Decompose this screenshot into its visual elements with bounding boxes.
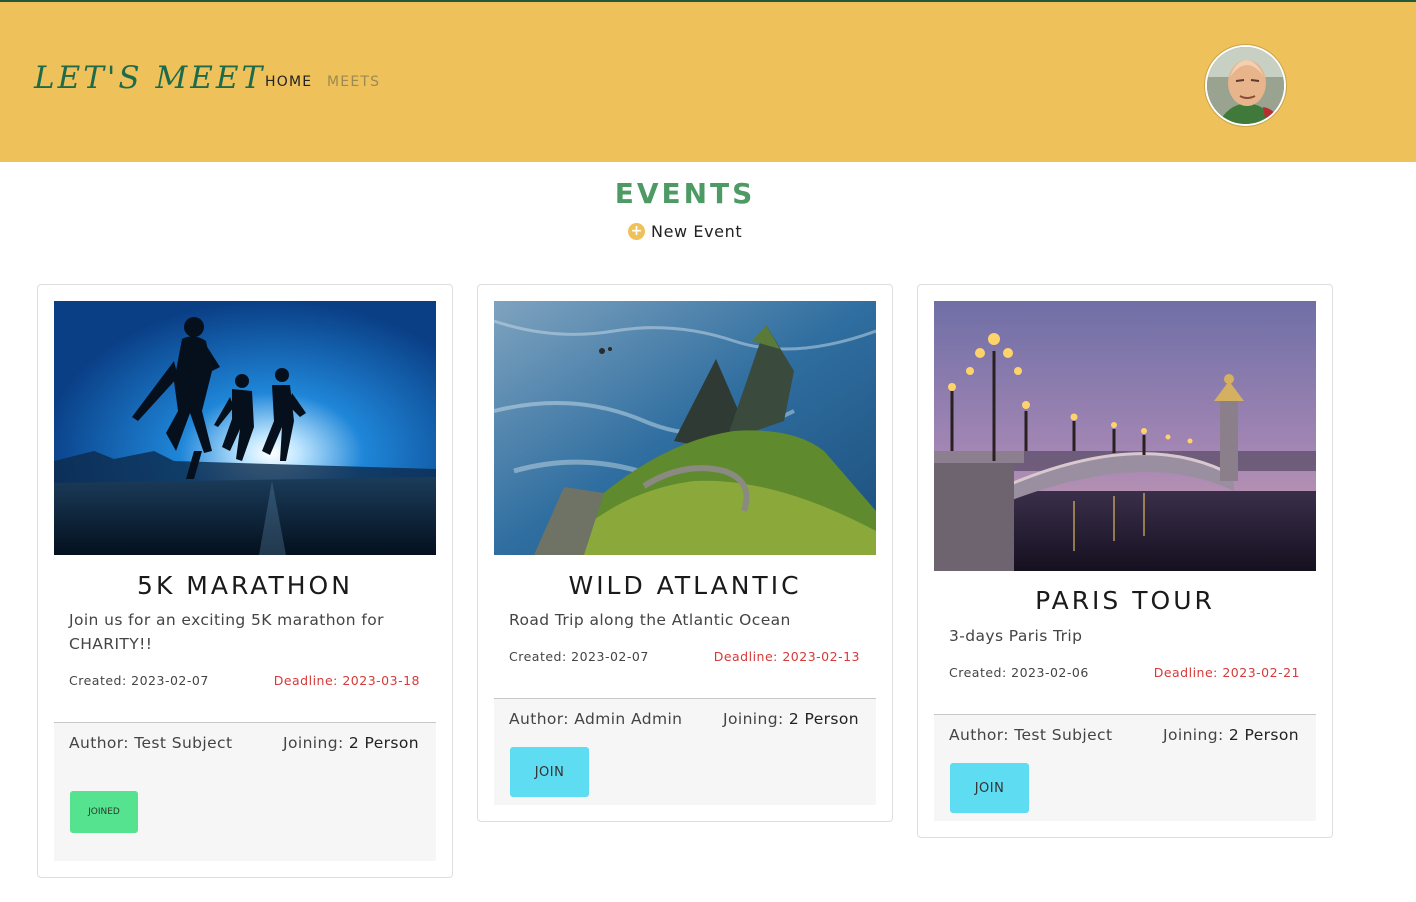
event-description: 3-days Paris Trip bbox=[949, 627, 1083, 645]
event-joining: Joining: 2 Person bbox=[1163, 726, 1299, 744]
event-joining: Joining: 2 Person bbox=[283, 734, 419, 752]
event-author: Author: Test Subject bbox=[69, 734, 233, 752]
joining-label: Joining: bbox=[723, 710, 789, 728]
user-avatar[interactable] bbox=[1205, 45, 1286, 126]
page-title: EVENTS bbox=[614, 177, 756, 210]
event-author: Author: Admin Admin bbox=[509, 710, 683, 728]
deadline-date: Deadline: 2023-02-13 bbox=[713, 649, 860, 664]
event-joining: Joining: 2 Person bbox=[723, 710, 859, 728]
navbar: LET'S MEET HOME MEETS bbox=[0, 2, 1416, 162]
event-title: PARIS TOUR bbox=[1035, 586, 1215, 615]
event-image-runners bbox=[54, 301, 436, 555]
nav-meets[interactable]: MEETS bbox=[327, 74, 380, 90]
avatar-image bbox=[1207, 47, 1284, 124]
joining-label: Joining: bbox=[1163, 726, 1229, 744]
joining-count: 2 Person bbox=[348, 734, 419, 752]
event-footer: Author: Test Subject Joining: 2 Person J… bbox=[934, 714, 1316, 821]
joining-count: 2 Person bbox=[1228, 726, 1299, 744]
new-event-label: New Event bbox=[651, 221, 743, 241]
new-event-button[interactable]: + New Event bbox=[628, 221, 742, 241]
joining-label: Joining: bbox=[283, 734, 349, 752]
created-date: Created: 2023-02-07 bbox=[509, 649, 649, 664]
event-title: 5K MARATHON bbox=[137, 571, 353, 600]
event-title: WILD ATLANTIC bbox=[568, 571, 802, 600]
event-card: WILD ATLANTIC Road Trip along the Atlant… bbox=[477, 284, 893, 822]
event-image-paris bbox=[934, 301, 1316, 571]
nav-home[interactable]: HOME bbox=[265, 74, 312, 90]
joining-count: 2 Person bbox=[788, 710, 859, 728]
plus-circle-icon: + bbox=[628, 222, 645, 240]
created-date: Created: 2023-02-06 bbox=[949, 665, 1089, 680]
event-card: 5K MARATHON Join us for an exciting 5K m… bbox=[37, 284, 453, 878]
join-button[interactable]: JOIN bbox=[950, 763, 1029, 813]
event-description: Join us for an exciting 5K marathon for … bbox=[69, 611, 384, 653]
event-description: Road Trip along the Atlantic Ocean bbox=[509, 611, 791, 629]
event-image-coast bbox=[494, 301, 876, 555]
event-footer: Author: Admin Admin Joining: 2 Person JO… bbox=[494, 698, 876, 805]
joined-button[interactable]: JOINED bbox=[70, 791, 138, 833]
event-author: Author: Test Subject bbox=[949, 726, 1113, 744]
event-card: PARIS TOUR 3-days Paris Trip Created: 20… bbox=[917, 284, 1333, 838]
deadline-date: Deadline: 2023-03-18 bbox=[273, 673, 420, 688]
created-date: Created: 2023-02-07 bbox=[69, 673, 209, 688]
join-button[interactable]: JOIN bbox=[510, 747, 589, 797]
brand-logo[interactable]: LET'S MEET bbox=[34, 60, 265, 96]
deadline-date: Deadline: 2023-02-21 bbox=[1153, 665, 1300, 680]
event-footer: Author: Test Subject Joining: 2 Person J… bbox=[54, 722, 436, 861]
